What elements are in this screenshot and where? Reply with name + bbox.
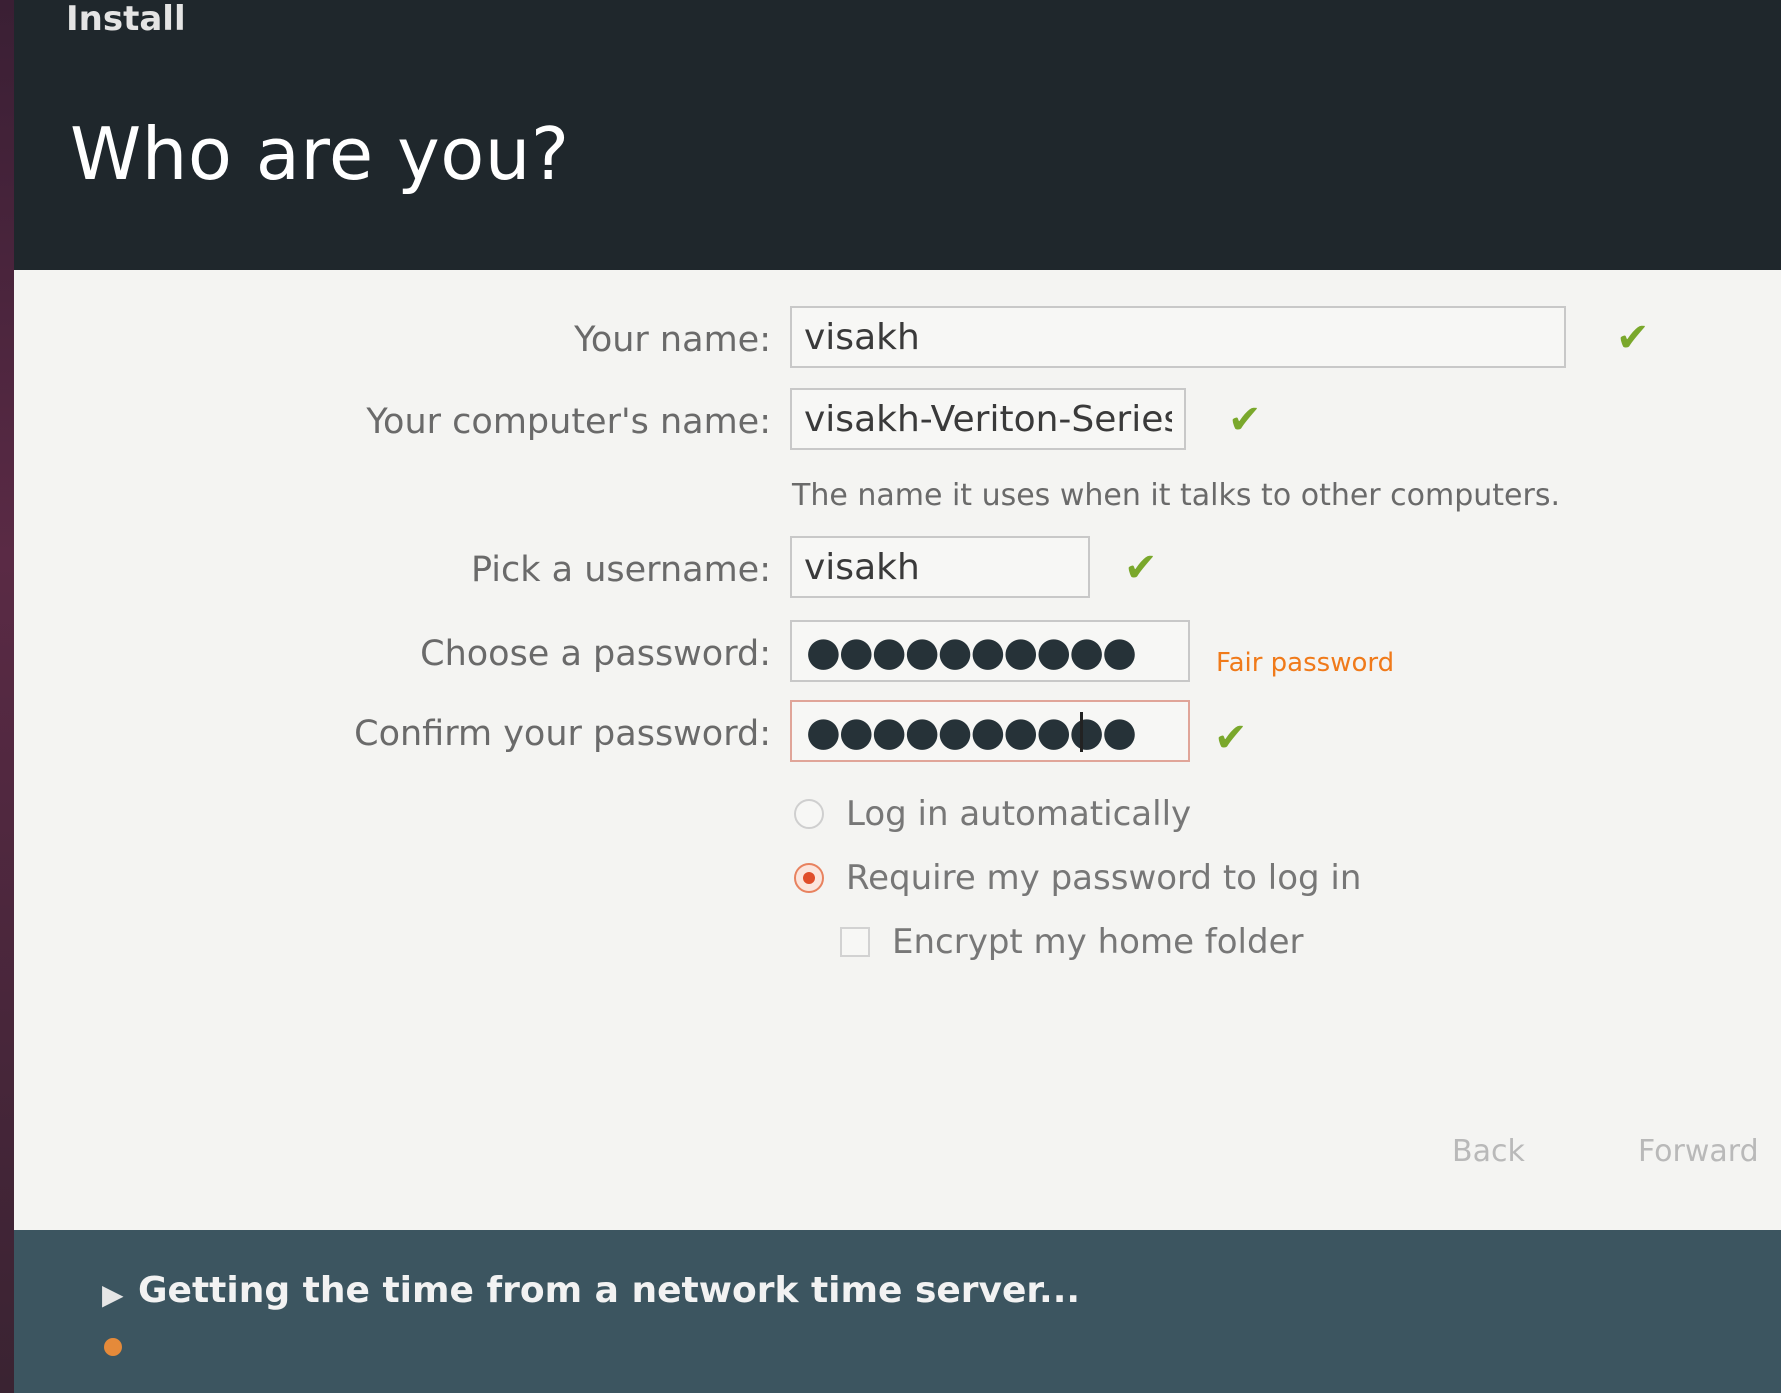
radio-button-selected[interactable] bbox=[794, 863, 824, 893]
your-name-label: Your name: bbox=[574, 320, 771, 360]
your-name-field[interactable] bbox=[790, 306, 1566, 368]
choose-password-label: Choose a password: bbox=[420, 634, 771, 674]
encrypt-home-label: Encrypt my home folder bbox=[892, 922, 1304, 962]
require-password-option[interactable]: Require my password to log in bbox=[794, 858, 1361, 898]
status-bar: ▶ Getting the time from a network time s… bbox=[14, 1230, 1781, 1393]
confirm-password-field[interactable]: ●●●●●●●●●● bbox=[790, 700, 1190, 762]
confirm-password-label: Confirm your password: bbox=[354, 714, 771, 754]
confirm-password-masked-value: ●●●●●●●●●● bbox=[806, 709, 1137, 755]
checkmark-icon: ✔ bbox=[1228, 397, 1262, 443]
text-cursor bbox=[1080, 712, 1083, 752]
page-title: Who are you? bbox=[70, 112, 570, 196]
title-bar: Install bbox=[14, 0, 1781, 42]
username-label: Pick a username: bbox=[470, 550, 771, 590]
status-message: Getting the time from a network time ser… bbox=[138, 1270, 1081, 1311]
checkmark-icon: ✔ bbox=[1124, 545, 1158, 591]
encrypt-home-option[interactable]: Encrypt my home folder bbox=[840, 922, 1304, 962]
computer-name-input[interactable] bbox=[792, 390, 1184, 448]
choose-password-field[interactable]: ●●●●●●●●●● bbox=[790, 620, 1190, 682]
installer-window: Install Who are you? Your name: ✔ Your c… bbox=[14, 0, 1781, 1393]
back-button[interactable]: Back bbox=[1446, 1128, 1531, 1174]
radio-button[interactable] bbox=[794, 799, 824, 829]
password-masked-value: ●●●●●●●●●● bbox=[806, 629, 1137, 675]
forward-button[interactable]: Forward bbox=[1632, 1128, 1765, 1174]
username-input[interactable] bbox=[792, 538, 1088, 596]
username-field[interactable] bbox=[790, 536, 1090, 598]
require-password-label: Require my password to log in bbox=[846, 858, 1362, 898]
window-title: Install bbox=[66, 0, 186, 39]
checkmark-icon: ✔ bbox=[1214, 715, 1248, 761]
checkbox[interactable] bbox=[840, 927, 870, 957]
checkmark-icon: ✔ bbox=[1616, 315, 1650, 361]
log-in-automatically-option[interactable]: Log in automatically bbox=[794, 794, 1191, 834]
computer-name-field[interactable] bbox=[790, 388, 1186, 450]
page-header: Who are you? bbox=[14, 42, 1781, 270]
computer-name-label: Your computer's name: bbox=[366, 402, 771, 442]
password-strength: Fair password bbox=[1216, 648, 1395, 678]
your-name-input[interactable] bbox=[792, 308, 1564, 366]
progress-dot-icon bbox=[104, 1338, 122, 1356]
log-in-automatically-label: Log in automatically bbox=[846, 794, 1192, 834]
computer-name-hint: The name it uses when it talks to other … bbox=[792, 478, 1561, 513]
play-arrow-icon[interactable]: ▶ bbox=[102, 1278, 124, 1311]
